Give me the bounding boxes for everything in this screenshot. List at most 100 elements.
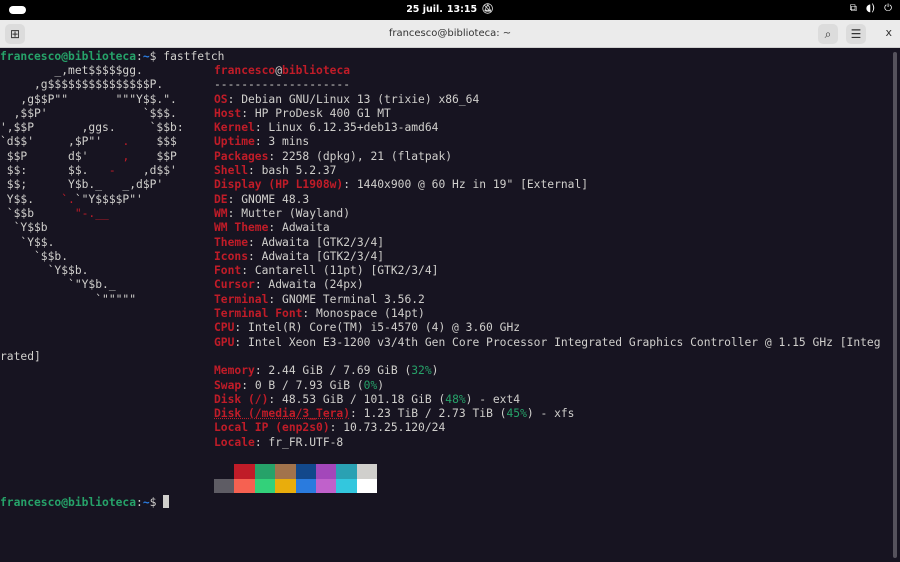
color-swatch (275, 479, 295, 493)
info-key: Locale (214, 436, 255, 449)
info-value: Adwaita (24px) (268, 278, 363, 291)
info-colon: : (248, 236, 262, 249)
info-line: Kernel: Linux 6.12.35+deb13-amd64 (214, 121, 881, 135)
info-value: bash 5.2.37 (262, 164, 337, 177)
info-key: Terminal Font (214, 307, 302, 320)
info-value-end: ) (432, 364, 439, 377)
info-colon: : (241, 379, 255, 392)
power-icon: ⏻ (884, 3, 892, 14)
info-key: CPU (214, 321, 234, 334)
ascii-line: ,g$$P"" """Y$$.". (0, 93, 184, 107)
ascii-line: `$$b "-.__ (0, 207, 184, 221)
info-colon: : (268, 293, 282, 306)
ascii-line: `Y$$. (0, 236, 184, 250)
search-button[interactable]: ⌕ (818, 24, 838, 44)
info-line: Cursor: Adwaita (24px) (214, 278, 881, 292)
prompt-dir: ~ (143, 50, 150, 63)
ascii-segment: `d$$' ,$P"' (0, 135, 122, 148)
info-value: Adwaita (282, 221, 330, 234)
info-value: 48.53 GiB / 101.18 GiB ( (282, 393, 445, 406)
info-line: Disk (/): 48.53 GiB / 101.18 GiB (48%) -… (214, 393, 881, 407)
info-value: GNOME Terminal 3.56.2 (282, 293, 425, 306)
close-button[interactable]: x (885, 26, 892, 39)
info-user: francesco (214, 64, 275, 77)
ascii-segment: `Y$$b (0, 221, 48, 234)
info-line: Swap: 0 B / 7.93 GiB (0%) (214, 379, 881, 393)
color-swatch (357, 479, 377, 493)
info-line: DE: GNOME 48.3 (214, 193, 881, 207)
ascii-segment: ,g$$P"" """Y$$.". (0, 93, 177, 106)
info-key: DE (214, 193, 228, 206)
info-line: Uptime: 3 mins (214, 135, 881, 149)
blank-line (214, 450, 881, 464)
ascii-segment: `$$b (0, 207, 75, 220)
info-line: Host: HP ProDesk 400 G1 MT (214, 107, 881, 121)
prompt-dir: ~ (143, 496, 150, 509)
ascii-line: $$: $$. - ,d$$' (0, 164, 184, 178)
info-value: fr_FR.UTF-8 (268, 436, 343, 449)
info-value: Monospace (14pt) (316, 307, 425, 320)
volume-icon: ◖) (866, 3, 875, 14)
info-line: Local IP (enp2s0): 10.73.25.120/24 (214, 421, 881, 435)
info-value: Adwaita [GTK2/3/4] (262, 236, 384, 249)
date: 25 juil. (406, 4, 443, 15)
info-gpu-wrap: rated] (0, 350, 881, 364)
ascii-line: ',$$P ,ggs. `$$b: (0, 121, 184, 135)
prompt-user-host: francesco@biblioteca (0, 496, 136, 509)
color-swatch (296, 464, 316, 478)
color-swatch (275, 464, 295, 478)
info-value: Intel Xeon E3-1200 v3/4th Gen Core Proce… (248, 336, 881, 349)
info-line: Terminal: GNOME Terminal 3.56.2 (214, 293, 881, 307)
info-key: Kernel (214, 121, 255, 134)
ascii-line: $$P d$' , $$P (0, 150, 184, 164)
info-percent: 0% (364, 379, 378, 392)
info-separator: -------------------- (214, 78, 881, 92)
info-key: WM (214, 207, 228, 220)
info-colon: : (343, 178, 357, 191)
ascii-line: `Y$$b (0, 221, 184, 235)
color-palette-normal (214, 464, 881, 478)
scrollbar[interactable] (893, 52, 897, 558)
clock[interactable]: 25 juil.13:15🔕︎ (0, 4, 900, 15)
color-swatch (316, 479, 336, 493)
ascii-segment: `$$b. (0, 250, 68, 263)
info-line: WM Theme: Adwaita (214, 221, 881, 235)
color-swatch (214, 464, 234, 478)
info-line: GPU: Intel Xeon E3-1200 v3/4th Gen Core … (214, 336, 881, 350)
ascii-line: `d$$' ,$P"' . $$$ (0, 135, 184, 149)
prompt-sep: : (136, 50, 143, 63)
menu-button[interactable]: ☰ (846, 24, 866, 44)
info-at: @ (275, 64, 282, 77)
ascii-line: _,met$$$$$gg. (0, 64, 184, 78)
ascii-segment: `. (61, 193, 75, 206)
info-value: 1440x900 @ 60 Hz in 19" [External] (357, 178, 588, 191)
info-colon: : (255, 121, 269, 134)
system-tray[interactable]: ⧉ ◖) ⏻ (850, 3, 892, 14)
info-value: HP ProDesk 400 G1 MT (255, 107, 391, 120)
command-line: francesco@biblioteca:~$ fastfetch (0, 50, 224, 64)
info-line: Disk (/media/3_Tera): 1.23 TiB / 2.73 Ti… (214, 407, 881, 421)
info-key: GPU (214, 336, 234, 349)
info-value: Adwaita [GTK2/3/4] (262, 250, 384, 263)
info-key: Display (HP L1908w) (214, 178, 343, 191)
system-info: francesco@biblioteca--------------------… (214, 64, 881, 493)
ascii-segment: "-.__ (75, 207, 109, 220)
color-swatch (234, 464, 254, 478)
info-colon: : (255, 278, 269, 291)
info-key: Uptime (214, 135, 255, 148)
ascii-segment: _,met$$$$$gg. (0, 64, 143, 77)
info-line: Memory: 2.44 GiB / 7.69 GiB (32%) (214, 364, 881, 378)
info-value-end: ) - xfs (527, 407, 575, 420)
ascii-line: `Y$$b. (0, 264, 184, 278)
terminal-output[interactable]: francesco@biblioteca:~$ fastfetch _,met$… (0, 48, 900, 562)
info-percent: 32% (411, 364, 431, 377)
color-swatch (316, 464, 336, 478)
ascii-line: `"Y$b._ (0, 278, 184, 292)
prompt-line: francesco@biblioteca:~$ (0, 495, 169, 509)
info-line: Shell: bash 5.2.37 (214, 164, 881, 178)
ascii-segment: `Y$$. (0, 236, 54, 249)
info-colon: : (268, 393, 282, 406)
info-key: Theme (214, 236, 248, 249)
info-value: 2258 (dpkg), 21 (flatpak) (282, 150, 452, 163)
ascii-segment: $$: $$. (0, 164, 109, 177)
